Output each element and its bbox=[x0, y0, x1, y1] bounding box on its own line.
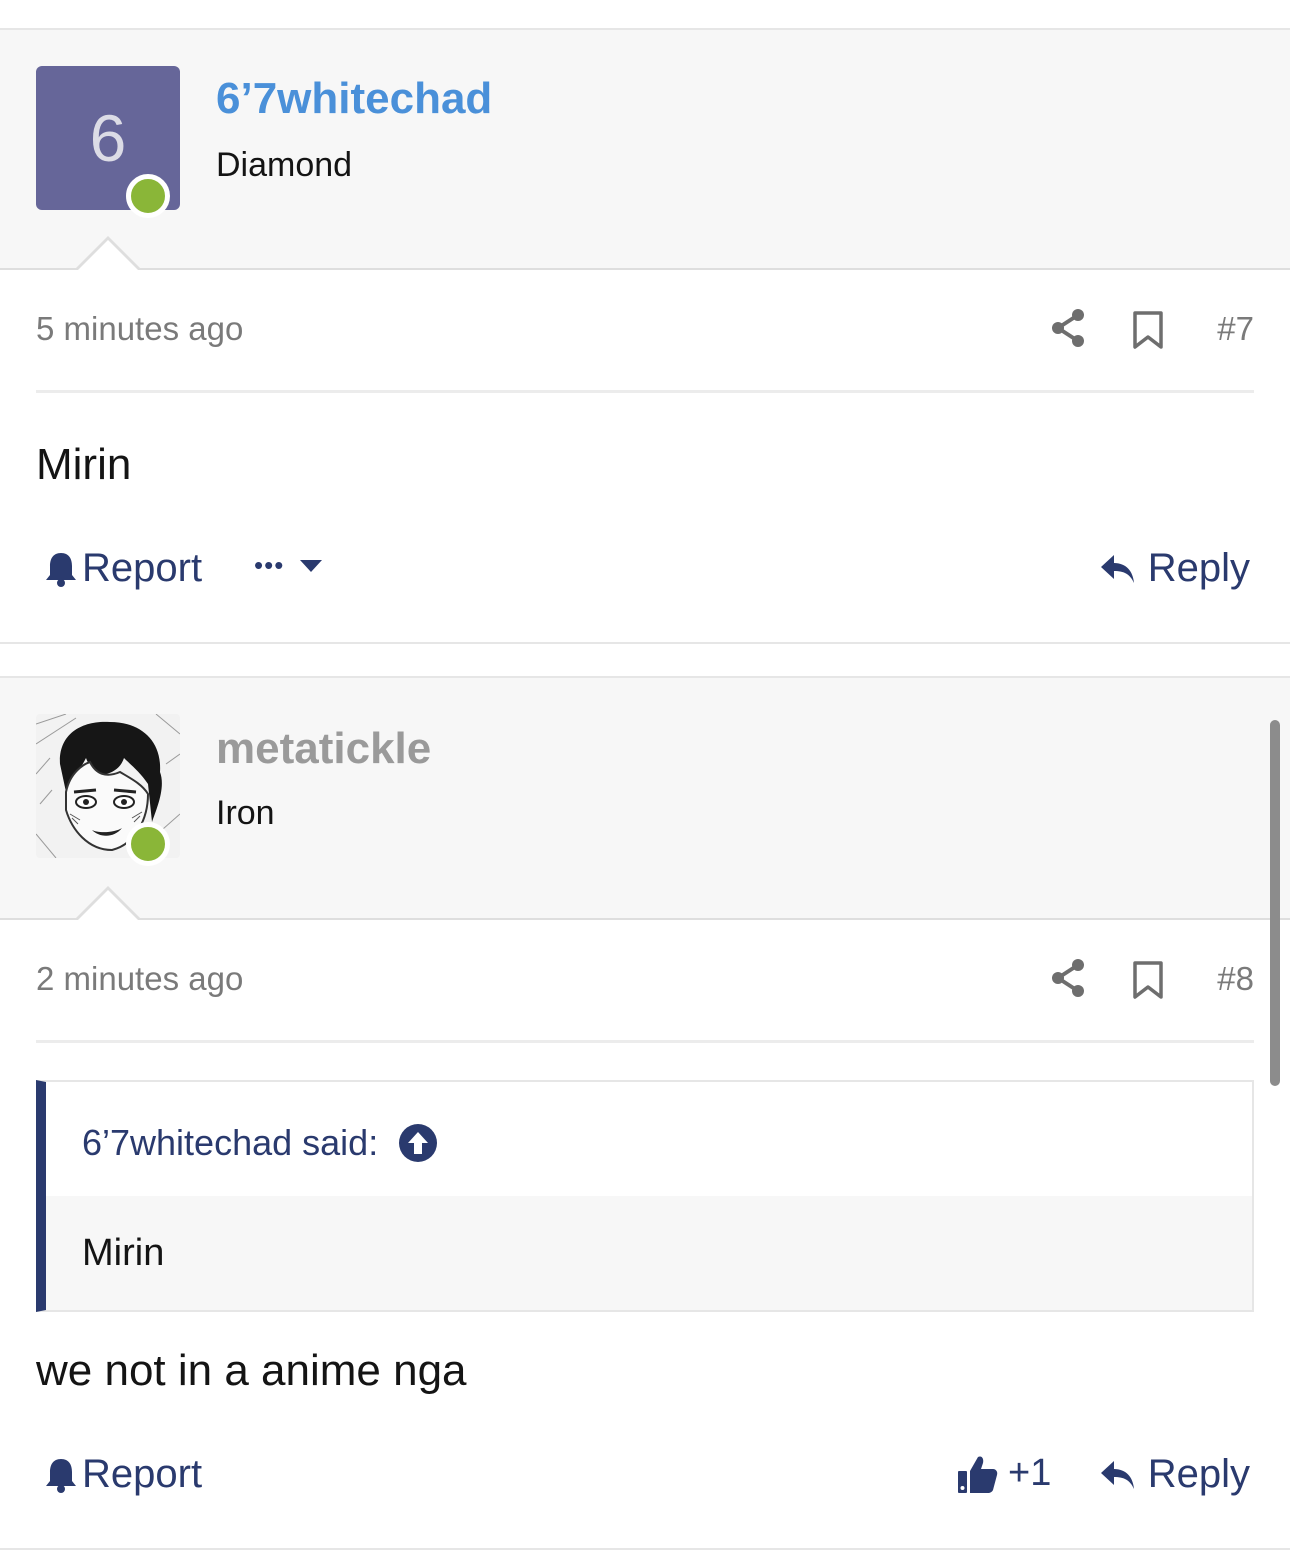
report-label: Report bbox=[82, 546, 203, 590]
more-dots: ••• bbox=[254, 550, 285, 580]
reply-arrow-icon bbox=[1100, 1460, 1134, 1489]
meta-divider bbox=[36, 390, 1254, 393]
online-status-indicator bbox=[126, 174, 170, 218]
share-icon[interactable] bbox=[1050, 308, 1086, 348]
report-button[interactable]: Report bbox=[44, 546, 202, 591]
header-caret-fill bbox=[76, 890, 140, 922]
quote-attribution-text: 6’7whitechad said: bbox=[82, 1122, 379, 1163]
post-meta: 5 minutes ago #7 bbox=[36, 302, 1254, 362]
quote-header: 6’7whitechad said: bbox=[46, 1082, 1252, 1196]
like-count: +1 bbox=[1008, 1452, 1052, 1494]
bookmark-icon[interactable] bbox=[1132, 310, 1164, 350]
page-scrollbar[interactable] bbox=[1270, 720, 1280, 1086]
more-options-dropdown[interactable]: ••• bbox=[254, 550, 324, 581]
bell-icon bbox=[46, 552, 76, 587]
reply-arrow-icon bbox=[1100, 554, 1134, 583]
thumbs-up-icon bbox=[958, 1455, 998, 1493]
bottom-divider bbox=[0, 1548, 1290, 1550]
reply-button[interactable]: Reply bbox=[1100, 1452, 1250, 1497]
quote-content: Mirin bbox=[46, 1196, 1252, 1310]
post-actions: Report +1 Reply bbox=[36, 1452, 1250, 1512]
post-body: Mirin bbox=[36, 440, 132, 489]
post-separator bbox=[0, 642, 1290, 644]
meta-divider bbox=[36, 1040, 1254, 1043]
like-button[interactable]: +1 bbox=[956, 1452, 1051, 1495]
quote-attribution[interactable]: 6’7whitechad said: bbox=[82, 1122, 438, 1164]
reply-label: Reply bbox=[1147, 1452, 1250, 1496]
post-timestamp[interactable]: 2 minutes ago bbox=[36, 960, 243, 998]
reply-label: Reply bbox=[1147, 546, 1250, 590]
post-body: we not in a anime nga bbox=[36, 1346, 467, 1395]
bookmark-icon[interactable] bbox=[1132, 960, 1164, 1000]
post-timestamp[interactable]: 5 minutes ago bbox=[36, 310, 243, 348]
post-meta: 2 minutes ago #8 bbox=[36, 952, 1254, 1012]
post-number-link[interactable]: #7 bbox=[1217, 310, 1254, 348]
post-number-link[interactable]: #8 bbox=[1217, 960, 1254, 998]
reply-button[interactable]: Reply bbox=[1100, 546, 1250, 591]
quote-text: Mirin bbox=[82, 1232, 165, 1274]
user-title: Iron bbox=[216, 794, 275, 832]
dropdown-caret-icon bbox=[300, 559, 323, 572]
username-link[interactable]: metatickle bbox=[216, 724, 431, 774]
username-link[interactable]: 6’7whitechad bbox=[216, 74, 492, 124]
post-header: 6 6’7whitechad Diamond bbox=[0, 30, 1290, 272]
online-status-indicator bbox=[126, 822, 170, 866]
report-button[interactable]: Report bbox=[44, 1452, 202, 1497]
avatar[interactable] bbox=[36, 714, 180, 866]
bell-icon bbox=[46, 1458, 76, 1493]
avatar[interactable]: 6 bbox=[36, 66, 180, 218]
quote-block: 6’7whitechad said: Mirin bbox=[36, 1080, 1254, 1312]
share-icon[interactable] bbox=[1050, 958, 1086, 998]
user-title: Diamond bbox=[216, 146, 353, 184]
report-label: Report bbox=[82, 1452, 203, 1496]
post-actions: Report ••• Reply bbox=[36, 546, 1250, 606]
header-caret-fill bbox=[76, 240, 140, 272]
post-header: metatickle Iron bbox=[0, 678, 1290, 922]
up-arrow-circle-icon[interactable] bbox=[398, 1123, 438, 1163]
